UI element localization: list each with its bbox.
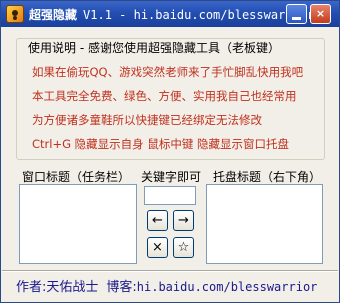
author-text: 作者:天佑战士 — [16, 280, 99, 295]
tray-title-list[interactable] — [206, 184, 323, 264]
close-button[interactable]: × — [310, 4, 331, 24]
keyword-label: 关键字即可 — [141, 170, 202, 184]
minimize-button[interactable] — [286, 4, 307, 24]
move-left-button[interactable]: ← — [147, 210, 168, 231]
instructions-line-3: 为方便诸多童鞋所以快捷键已经绑定无法修改 — [32, 113, 262, 127]
footer-divider — [2, 270, 338, 272]
delete-icon: × — [152, 240, 163, 255]
instructions-line-4: Ctrl+G 隐藏显示自身 鼠标中键 隐藏显示窗口托盘 — [32, 137, 289, 151]
arrow-right-icon: → — [178, 213, 189, 228]
close-icon: × — [315, 7, 326, 20]
blog-link[interactable]: hi.baidu.com/blesswarrior — [137, 280, 318, 294]
instructions-line-2: 本工具完全免费、绿色、方便、实用我自己也经常用 — [32, 89, 297, 103]
footer: 作者:天佑战士 博客:hi.baidu.com/blesswarrior — [16, 276, 317, 295]
app-icon — [6, 5, 24, 23]
arrow-left-icon: ← — [152, 213, 163, 228]
instructions-heading: 使用说明 - 感谢您使用超强隐藏工具（老板键） — [26, 39, 282, 56]
tray-title-label: 托盘标题（右下角） — [213, 170, 322, 184]
title-suffix: V1.1 - hi.baidu.com/blesswarrior — [83, 8, 315, 22]
window-title-list[interactable] — [19, 184, 137, 264]
delete-button[interactable]: × — [147, 237, 168, 258]
blog-label: 博客: — [106, 280, 137, 295]
keyword-input[interactable] — [144, 186, 196, 205]
window-title-label: 窗口标题（任务栏） — [22, 170, 131, 184]
favorite-button[interactable]: ☆ — [173, 237, 194, 258]
app-name: 超强隐藏 — [29, 8, 78, 22]
window-title: 超强隐藏 V1.1 - hi.baidu.com/blesswarrior — [29, 6, 314, 23]
title-bar[interactable]: 超强隐藏 V1.1 - hi.baidu.com/blesswarrior × — [1, 1, 339, 27]
move-right-button[interactable]: → — [173, 210, 194, 231]
main-window: 超强隐藏 V1.1 - hi.baidu.com/blesswarrior × 使… — [0, 0, 340, 303]
instructions-line-1: 如果在偷玩QQ、游戏突然老师来了手忙脚乱快用我吧 — [32, 65, 304, 79]
star-icon: ☆ — [177, 240, 190, 255]
